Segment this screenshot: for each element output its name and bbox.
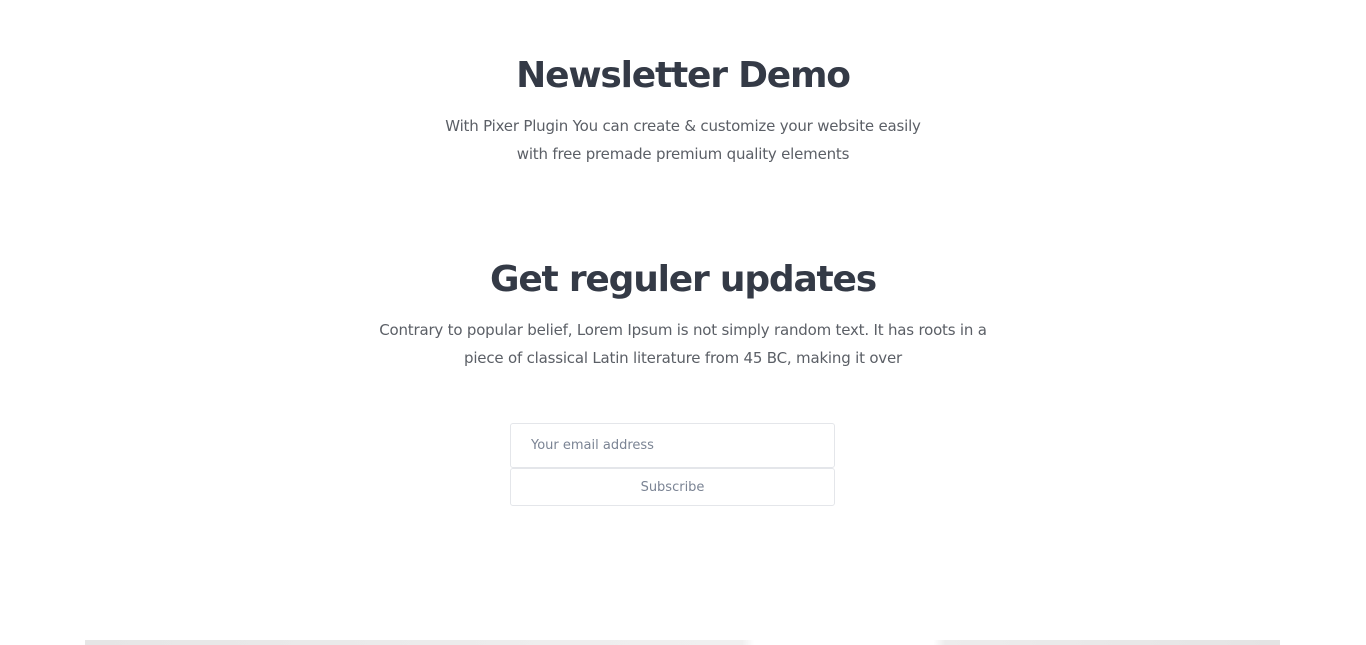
updates-heading: Get reguler updates (489, 259, 877, 300)
updates-description: Contrary to popular belief, Lorem Ipsum … (343, 316, 1023, 372)
page-title: Newsletter Demo (516, 55, 851, 96)
page-subtitle-line-1: With Pixer Plugin You can create & custo… (445, 117, 921, 135)
updates-description-line-2: piece of classical Latin literature from… (464, 349, 902, 367)
updates-section: Get reguler updates Contrary to popular … (0, 254, 1366, 372)
page: Newsletter Demo With Pixer Plugin You ca… (0, 0, 1366, 645)
updates-description-line-1: Contrary to popular belief, Lorem Ipsum … (379, 321, 987, 339)
newsletter-demo-header: Newsletter Demo With Pixer Plugin You ca… (0, 50, 1366, 168)
newsletter-form: Subscribe (510, 423, 835, 506)
subscribe-button[interactable]: Subscribe (510, 468, 835, 506)
next-section-preview (85, 640, 1280, 645)
email-input[interactable] (510, 423, 835, 468)
page-subtitle-line-2: with free premade premium quality elemen… (516, 145, 850, 163)
page-subtitle: With Pixer Plugin You can create & custo… (403, 112, 963, 168)
